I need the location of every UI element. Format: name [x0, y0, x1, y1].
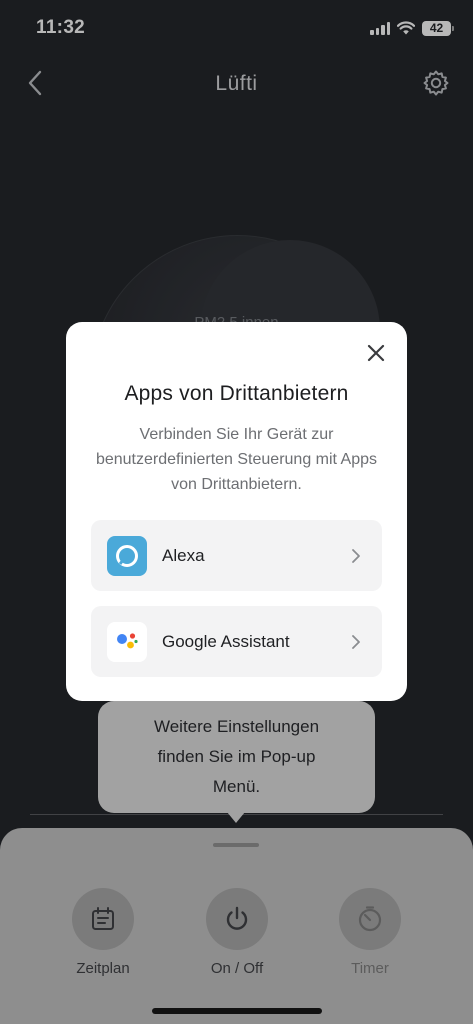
chevron-right-icon — [346, 632, 366, 652]
schedule-button[interactable] — [72, 888, 134, 950]
app-item-google-assistant[interactable]: Google Assistant — [91, 606, 382, 677]
sheet-grab-handle[interactable] — [213, 843, 259, 847]
power-button[interactable] — [206, 888, 268, 950]
timer-icon — [358, 906, 382, 932]
schedule-label: Zeitplan — [76, 960, 130, 977]
power-icon — [226, 906, 248, 930]
third-party-apps-dialog: Apps von Drittanbietern Verbinden Sie Ih… — [66, 322, 407, 701]
tooltip-line: Menü. — [212, 777, 261, 796]
schedule-control[interactable]: Zeitplan — [53, 888, 153, 977]
settings-hint-tooltip[interactable]: Weitere Einstellungen finden Sie im Pop-… — [98, 701, 375, 813]
dialog-title: Apps von Drittanbietern — [124, 382, 349, 405]
google-assistant-icon — [107, 621, 147, 662]
app-item-alexa[interactable]: Alexa — [91, 520, 382, 591]
schedule-icon — [92, 907, 114, 930]
tooltip-line: Weitere Einstellungen — [153, 717, 320, 736]
close-icon — [367, 344, 385, 362]
home-indicator[interactable] — [152, 1008, 322, 1014]
tooltip-line: finden Sie im Pop-up — [157, 747, 316, 766]
power-control[interactable]: On / Off — [187, 888, 287, 977]
timer-label: Timer — [351, 960, 389, 977]
app-label: Alexa — [162, 545, 205, 565]
power-label: On / Off — [210, 960, 264, 977]
alexa-icon — [107, 535, 147, 576]
chevron-right-icon — [346, 546, 366, 566]
app-label: Google Assistant — [162, 631, 290, 651]
timer-button[interactable] — [339, 888, 401, 950]
close-button[interactable] — [363, 340, 389, 366]
tooltip-arrow — [227, 812, 245, 823]
dialog-description: Verbinden Sie Ihr Gerät zur benutzerdefi… — [95, 426, 378, 493]
timer-control[interactable]: Timer — [320, 888, 420, 977]
